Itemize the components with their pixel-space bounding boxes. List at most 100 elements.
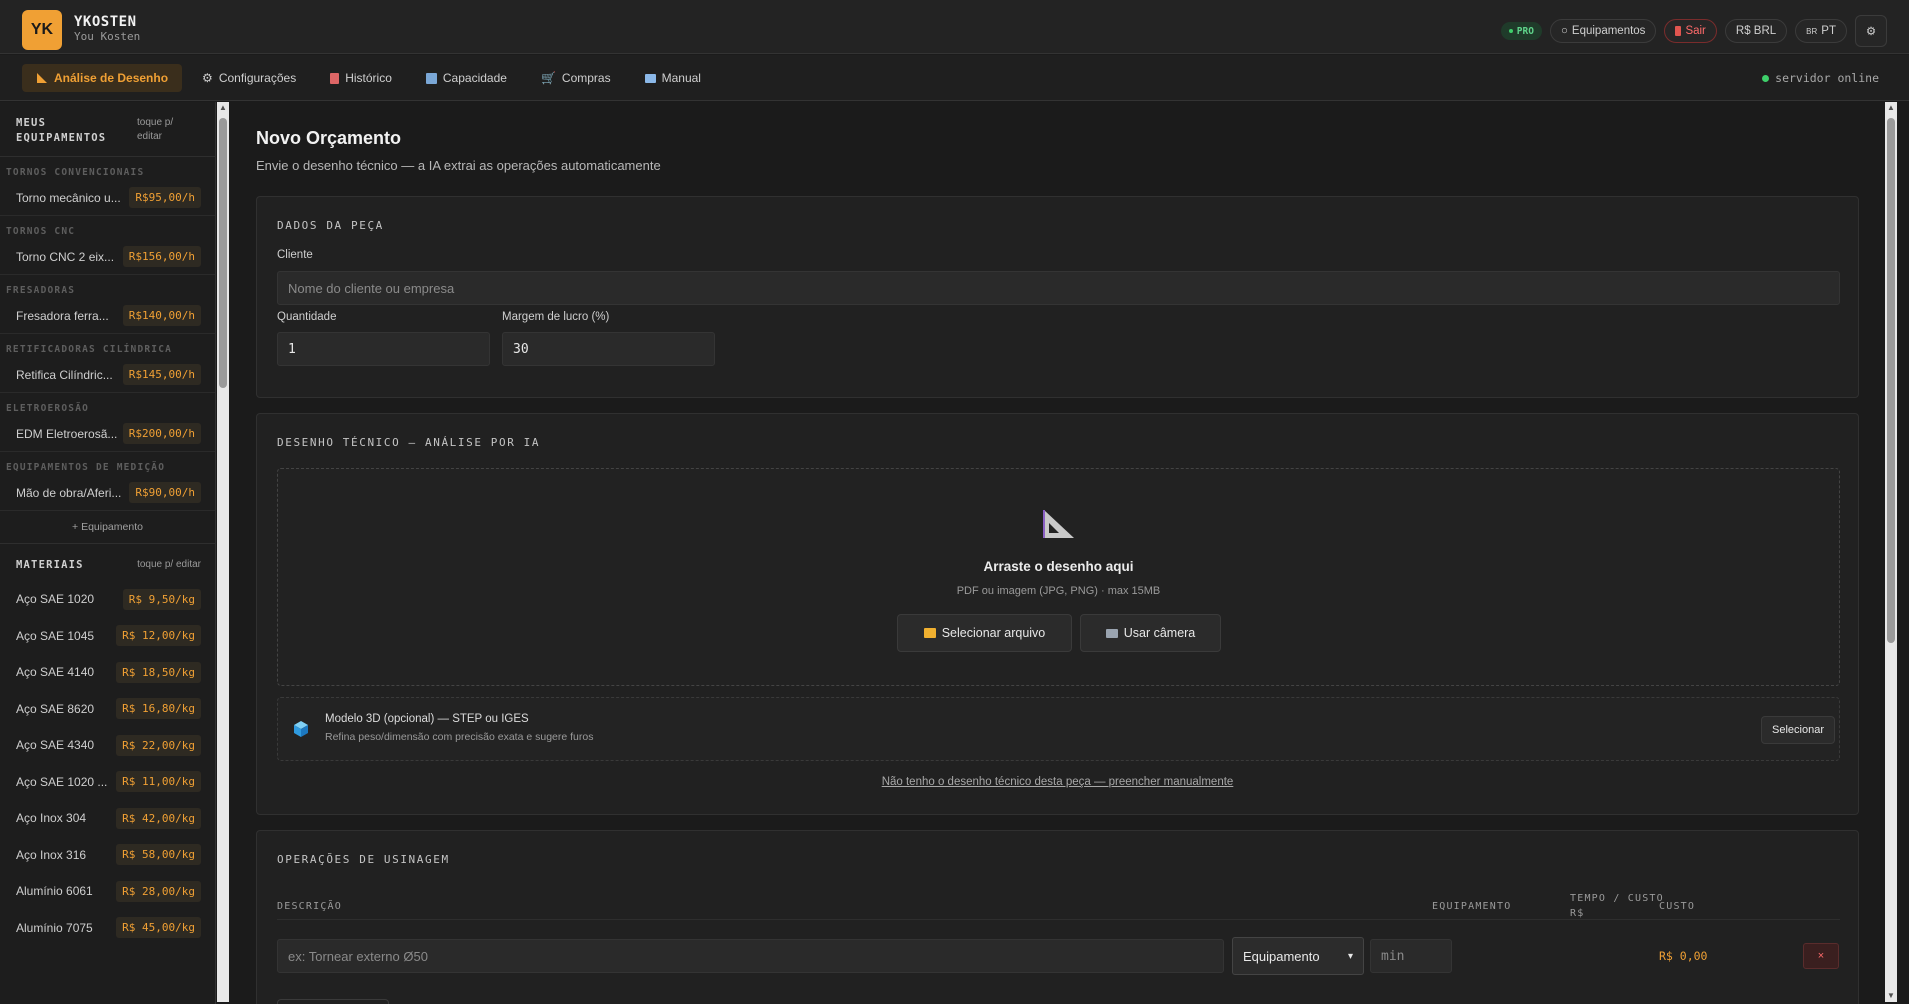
scroll-up-arrow-icon[interactable]: ▲	[1885, 102, 1897, 114]
equipment-category: EQUIPAMENTOS DE MEDIÇÃO	[6, 462, 166, 473]
triangle-ruler-icon	[1043, 510, 1074, 538]
page-title: Novo Orçamento	[256, 128, 402, 148]
circle-icon: ○	[1560, 25, 1568, 37]
equipment-item[interactable]: EDM Eletroerosã... R$200,00/h	[0, 416, 215, 452]
quantity-input[interactable]: 1	[277, 332, 490, 366]
select-3d-model-button[interactable]: Selecionar	[1761, 716, 1835, 744]
tab-capacity[interactable]: Capacidade	[412, 64, 521, 92]
flag-icon: BR	[1806, 26, 1818, 36]
material-price: R$ 9,50/kg	[122, 588, 201, 610]
equipment-name: Retifica Cilíndric...	[16, 367, 113, 382]
material-name: Aço SAE 8620	[16, 701, 95, 716]
tab-label: Histórico	[345, 71, 392, 85]
material-name: Aço SAE 1045	[16, 628, 95, 643]
tab-label: Análise de Desenho	[54, 71, 169, 85]
material-name: Aço SAE 1020 ...	[16, 774, 108, 789]
equipment-select[interactable]: Equipamento ▾	[1232, 937, 1364, 975]
equipment-price: R$90,00/h	[129, 482, 201, 503]
currency-button[interactable]: R$ BRL	[1724, 19, 1788, 43]
client-input[interactable]: Nome do cliente ou empresa	[277, 271, 1840, 305]
material-item[interactable]: Aço Inox 316 R$ 58,00/kg	[0, 837, 215, 874]
material-price: R$ 18,50/kg	[116, 661, 201, 683]
material-item[interactable]: Aço SAE 1020 ... R$ 11,00/kg	[0, 764, 215, 801]
equipment-title: MEUS EQUIPAMENTOS	[16, 117, 107, 144]
main-scrollbar-thumb[interactable]	[1887, 118, 1895, 643]
tab-history[interactable]: Histórico	[316, 64, 406, 92]
equipment-button[interactable]: ○ Equipamentos	[1549, 19, 1657, 43]
settings-button[interactable]: ⚙	[1855, 15, 1887, 47]
pro-badge: PRO	[1500, 22, 1542, 40]
exit-door-icon	[1675, 26, 1682, 36]
language-button[interactable]: BR PT	[1795, 19, 1847, 43]
sidebar-scrollbar[interactable]: ▲	[217, 102, 229, 1002]
tab-purchases[interactable]: 🛒 Compras	[527, 64, 625, 92]
table-divider	[277, 919, 1840, 920]
remove-operation-button[interactable]: ×	[1803, 943, 1839, 969]
calendar-icon	[425, 72, 437, 84]
sidebar: MEUS EQUIPAMENTOS toque p/ editar TORNOS…	[0, 102, 216, 1004]
logout-button[interactable]: Sair	[1664, 19, 1717, 43]
use-camera-button[interactable]: Usar câmera	[1080, 614, 1221, 652]
close-icon: ×	[1817, 950, 1825, 962]
operation-description-input[interactable]: ex: Tornear externo Ø50	[277, 939, 1224, 973]
tab-drawing-analysis[interactable]: Análise de Desenho	[22, 64, 183, 92]
col-description: DESCRIÇÃO	[277, 901, 342, 912]
material-item[interactable]: Alumínio 7075 R$ 45,00/kg	[0, 910, 215, 947]
materials-header: MATERIAIS toque p/ editar	[0, 544, 215, 581]
material-name: Aço SAE 4340	[16, 738, 95, 753]
equipment-list: TORNOS CONVENCIONAIS Torno mecânico u...…	[0, 157, 215, 511]
add-operation-button[interactable]	[277, 999, 389, 1004]
material-price: R$ 12,00/kg	[116, 625, 201, 647]
server-status: servidor online	[1762, 71, 1879, 85]
scroll-down-arrow-icon[interactable]: ▼	[1885, 990, 1897, 1002]
material-price: R$ 28,00/kg	[116, 880, 201, 902]
equipment-select-value: Equipamento	[1243, 948, 1320, 964]
equipment-item[interactable]: Torno CNC 2 eix... R$156,00/h	[0, 239, 215, 275]
material-item[interactable]: Aço SAE 4340 R$ 22,00/kg	[0, 727, 215, 764]
col-equipment: EQUIPAMENTO	[1432, 901, 1512, 912]
equipment-header: MEUS EQUIPAMENTOS toque p/ editar	[0, 102, 215, 157]
material-item[interactable]: Aço SAE 1045 R$ 12,00/kg	[0, 618, 215, 655]
equipment-category: TORNOS CNC	[6, 226, 76, 237]
equipment-item[interactable]: Torno mecânico u... R$95,00/h	[0, 180, 215, 216]
book-icon	[644, 73, 656, 83]
time-input[interactable]: min	[1370, 939, 1452, 973]
header-actions: PRO ○ Equipamentos Sair R$ BRL BR PT ⚙	[1500, 15, 1887, 47]
equipment-item[interactable]: Mão de obra/Aferi... R$90,00/h	[0, 475, 215, 511]
sidebar-scrollbar-thumb[interactable]	[219, 118, 227, 388]
tab-manual[interactable]: Manual	[631, 64, 715, 92]
scroll-up-arrow-icon[interactable]: ▲	[217, 102, 229, 114]
material-item[interactable]: Aço SAE 4140 R$ 18,50/kg	[0, 654, 215, 691]
material-item[interactable]: Aço SAE 8620 R$ 16,80/kg	[0, 691, 215, 728]
main-nav: Análise de Desenho ⚙ Configurações Histór…	[0, 55, 1909, 101]
equipment-name: Torno mecânico u...	[16, 190, 121, 205]
drawing-dropzone[interactable]: Arraste o desenho aqui PDF ou imagem (JP…	[277, 468, 1840, 686]
equipment-category: FRESADORAS	[6, 285, 76, 296]
tab-label: Manual	[661, 71, 701, 85]
select-file-button[interactable]: Selecionar arquivo	[897, 614, 1072, 652]
add-equipment-button[interactable]: + Equipamento	[0, 511, 215, 544]
material-item[interactable]: Aço Inox 304 R$ 42,00/kg	[0, 800, 215, 837]
tab-label: Capacidade	[442, 71, 507, 85]
top-header: YK YKOSTEN You Kosten PRO ○ Equipamentos …	[0, 0, 1909, 54]
equipment-item[interactable]: Retifica Cilíndric... R$145,00/h	[0, 357, 215, 393]
dropzone-subtitle: PDF ou imagem (JPG, PNG) · max 15MB	[956, 585, 1161, 597]
manual-fill-link[interactable]: Não tenho o desenho técnico desta peça —…	[257, 776, 1858, 788]
margin-input[interactable]: 30	[502, 332, 715, 366]
logout-button-label: Sair	[1685, 25, 1706, 37]
col-time: TEMPO / CUSTO R$	[1570, 891, 1664, 921]
col-cost: CUSTO	[1659, 901, 1696, 912]
equipment-category: ELETROEROSÃO	[6, 403, 90, 414]
main-content: Novo Orçamento Envie o desenho técnico —…	[230, 102, 1885, 1004]
material-item[interactable]: Alumínio 6061 R$ 28,00/kg	[0, 873, 215, 910]
client-label: Cliente	[277, 249, 313, 261]
material-name: Alumínio 7075	[16, 920, 93, 935]
equipment-item[interactable]: Fresadora ferra... R$140,00/h	[0, 298, 215, 334]
main-scrollbar[interactable]: ▲ ▼	[1885, 102, 1897, 1002]
notebook-icon	[330, 72, 340, 84]
material-name: Aço SAE 4140	[16, 665, 95, 680]
material-name: Alumínio 6061	[16, 884, 93, 899]
operation-cost: R$ 0,00	[1659, 949, 1708, 963]
material-item[interactable]: Aço SAE 1020 R$ 9,50/kg	[0, 581, 215, 618]
tab-settings[interactable]: ⚙ Configurações	[188, 64, 310, 92]
